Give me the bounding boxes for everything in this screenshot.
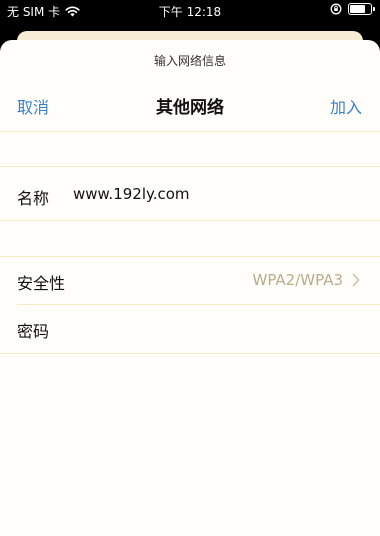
section-divider	[0, 166, 380, 167]
password-field[interactable]	[73, 314, 363, 342]
join-button[interactable]: 加入	[330, 94, 362, 118]
rotation-lock-icon	[330, 3, 342, 15]
row-divider	[17, 304, 380, 305]
status-right	[330, 3, 375, 15]
status-bar: 无 SIM 卡 下午 12:18	[0, 0, 380, 22]
status-time: 下午 12:18	[158, 5, 222, 19]
security-label: 安全性	[17, 274, 66, 293]
section-divider	[0, 353, 380, 354]
sheet-prompt: 输入网络信息	[153, 54, 226, 68]
other-network-sheet: 输入网络信息 取消 其他网络 加入 名称 www.192ly.com 安全性 W…	[0, 40, 380, 536]
password-label: 密码	[17, 322, 50, 341]
name-field[interactable]: www.192ly.com	[73, 185, 190, 203]
section-divider	[0, 220, 380, 221]
name-label: 名称	[17, 189, 50, 208]
sheet-title: 其他网络	[156, 98, 224, 118]
chevron-right-icon	[352, 272, 360, 291]
nav-divider	[0, 131, 380, 132]
battery-icon	[348, 3, 375, 15]
section-divider	[0, 256, 380, 257]
security-value: WPA2/WPA3	[252, 271, 344, 289]
